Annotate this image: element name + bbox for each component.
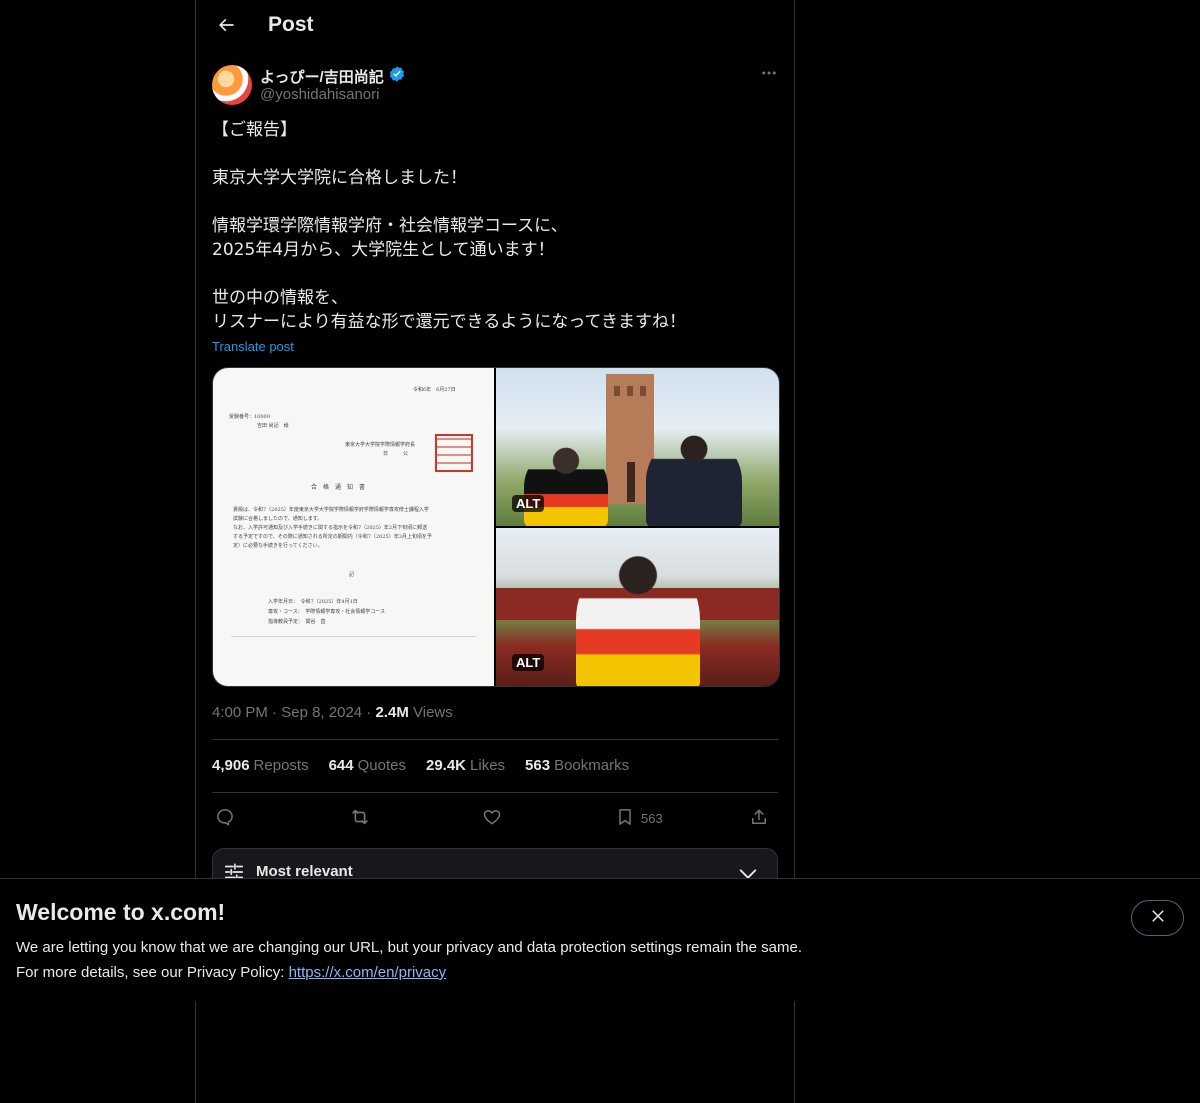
heart-icon <box>482 807 502 830</box>
media-grid: 令和6年 6月27日 受験番号：10000 吉田 尚記 様 東京大学大学院学際情… <box>212 367 780 687</box>
banner-line-1: We are letting you know that we are chan… <box>16 939 802 956</box>
doc-sender: 東京大学大学院学際情報学府長 <box>345 442 416 448</box>
media-image-gate-photo[interactable]: ALT <box>496 528 779 686</box>
doc-exam-number: 受験番号：10000 <box>229 414 270 420</box>
author-name-row[interactable]: よっぴー/吉田尚記 <box>260 65 406 87</box>
post-date[interactable]: Sep 8, 2024 <box>281 704 362 721</box>
banner-close-button[interactable] <box>1131 900 1184 936</box>
avatar[interactable] <box>212 65 252 105</box>
likes-label: Likes <box>470 757 506 774</box>
privacy-policy-link[interactable]: https://x.com/en/privacy <box>289 964 447 981</box>
doc-body-4: する予定ですので、その際に通知される所定の期間内（令和7（2025）年3月上旬頃… <box>233 534 432 540</box>
post-time[interactable]: 4:00 PM <box>212 704 268 721</box>
person-right <box>646 434 742 526</box>
page-title: Post <box>268 13 314 36</box>
close-icon <box>1149 907 1167 930</box>
bookmarks-label: Bookmarks <box>554 757 630 774</box>
share-button[interactable] <box>749 802 769 834</box>
reposts-label: Reposts <box>253 757 309 774</box>
back-arrow-icon <box>216 15 236 40</box>
page-header: Post <box>196 0 794 54</box>
alt-badge[interactable]: ALT <box>512 495 545 512</box>
doc-heading: 合 格 通 知 書 <box>311 484 366 491</box>
media-image-tower-photo[interactable]: ALT <box>496 368 779 526</box>
bookmarks-stat[interactable]: 563 Bookmarks <box>525 757 629 774</box>
tower-window <box>627 386 633 396</box>
doc-body-3: なお、入学許可通知及び入学手続きに関する指示を令和7（2025）年2月下旬頃に郵… <box>233 525 428 531</box>
doc-recipient: 吉田 尚記 様 <box>257 423 289 429</box>
reposts-stat[interactable]: 4,906 Reposts <box>212 757 309 774</box>
engagement-stats: 4,906 Reposts 644 Quotes 29.4K Likes 563 Boo… <box>212 757 629 774</box>
reply-icon <box>215 807 235 830</box>
doc-body-2: 試験に合格しましたので、通知します。 <box>233 516 323 522</box>
repost-button[interactable] <box>349 802 371 834</box>
more-options-button[interactable] <box>752 62 786 88</box>
repost-icon <box>349 806 371 831</box>
alt-badge[interactable]: ALT <box>512 654 545 671</box>
back-button[interactable] <box>208 9 244 45</box>
quotes-count: 644 <box>328 757 354 774</box>
share-icon <box>749 807 769 830</box>
doc-course: 専攻・コース： 学際情報学専攻・社会情報学コース <box>268 609 386 615</box>
reposts-count: 4,906 <box>212 757 250 774</box>
post-text: 【ご報告】 東京大学大学院に合格しました！ 情報学環学際情報学府・社会情報学コー… <box>212 120 686 332</box>
tower-arch <box>627 462 635 502</box>
tower-window <box>614 386 620 396</box>
person-center <box>576 550 700 686</box>
person-left <box>524 446 608 526</box>
views-label: Views <box>413 704 453 721</box>
quotes-stat[interactable]: 644 Quotes <box>329 757 406 774</box>
likes-count: 29.4K <box>425 757 467 774</box>
bookmark-button[interactable]: 563 <box>615 802 663 834</box>
tower-window <box>640 386 646 396</box>
bookmark-icon <box>615 807 635 830</box>
doc-body-5: 定）に必要な手続きを行ってください。 <box>233 543 323 549</box>
bookmark-count: 563 <box>641 810 663 826</box>
doc-body-1: 貴殿は、令和7（2025）年度東京大学大学院学際情報学府学際情報学専攻修士課程入… <box>233 507 429 513</box>
views-count: 2.4M <box>375 704 409 721</box>
doc-fold-line <box>231 636 476 637</box>
verified-badge-icon <box>388 65 406 87</box>
likes-stat[interactable]: 29.4K Likes <box>426 757 505 774</box>
author-name[interactable]: よっぴー/吉田尚記 <box>260 66 384 87</box>
divider <box>212 739 778 740</box>
bookmarks-count: 563 <box>525 757 551 774</box>
post-meta: 4:00 PM · Sep 8, 2024 · 2.4M Views <box>212 704 453 721</box>
more-icon <box>760 64 778 87</box>
banner-line-2: For more details, see our Privacy Policy… <box>16 960 802 985</box>
official-seal <box>435 434 473 472</box>
doc-sender-name: 日 公 <box>383 451 409 457</box>
separator-dot: · <box>272 704 282 721</box>
quotes-label: Quotes <box>357 757 406 774</box>
doc-date: 令和6年 6月27日 <box>413 387 456 393</box>
banner-line-2-prefix: For more details, see our Privacy Policy… <box>16 964 289 981</box>
url-change-banner: Welcome to x.com! We are letting you kno… <box>0 878 1200 1001</box>
author-handle[interactable]: @yoshidahisanori <box>260 86 379 103</box>
banner-body: We are letting you know that we are chan… <box>16 935 802 985</box>
doc-advisor: 指導教員予定： 関谷 直 <box>268 619 326 625</box>
banner-title: Welcome to x.com! <box>16 899 226 925</box>
reply-button[interactable] <box>215 802 235 834</box>
media-image-document[interactable]: 令和6年 6月27日 受験番号：10000 吉田 尚記 様 東京大学大学院学際情… <box>213 368 494 686</box>
divider <box>212 792 778 793</box>
doc-enroll-date: 入学年月日： 令和7（2025）年4月1日 <box>268 599 358 605</box>
like-button[interactable] <box>482 802 502 834</box>
action-bar: 563 <box>212 802 778 834</box>
doc-note: 記 <box>349 572 355 578</box>
translate-post-link[interactable]: Translate post <box>212 339 294 354</box>
